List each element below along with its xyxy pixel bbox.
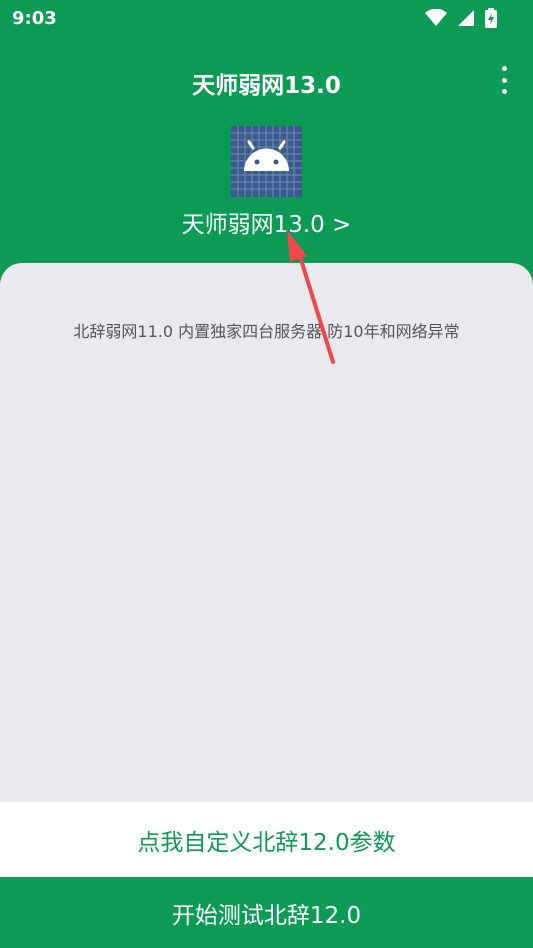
android-icon[interactable] [231, 126, 302, 197]
start-test-button[interactable]: 开始测试北辞12.0 [0, 877, 533, 948]
signal-icon [458, 10, 474, 26]
status-icons [425, 8, 497, 28]
app-title: 天师弱网13.0 [192, 73, 341, 99]
more-vert-icon[interactable] [497, 66, 511, 94]
content-card: 北辞弱网11.0 内置独家四台服务器 防10年和网络异常 [0, 263, 533, 823]
status-bar: 9:03 [0, 0, 533, 38]
battery-charging-icon [485, 8, 497, 28]
app-version-link[interactable]: 天师弱网13.0 > [0, 205, 533, 239]
custom-params-button[interactable]: 点我自定义北辞12.0参数 [0, 802, 533, 877]
description-text: 北辞弱网11.0 内置独家四台服务器 防10年和网络异常 [73, 322, 460, 341]
app-bar: 天师弱网13.0 [0, 38, 533, 118]
status-time: 9:03 [12, 8, 57, 29]
wifi-icon [425, 9, 447, 26]
